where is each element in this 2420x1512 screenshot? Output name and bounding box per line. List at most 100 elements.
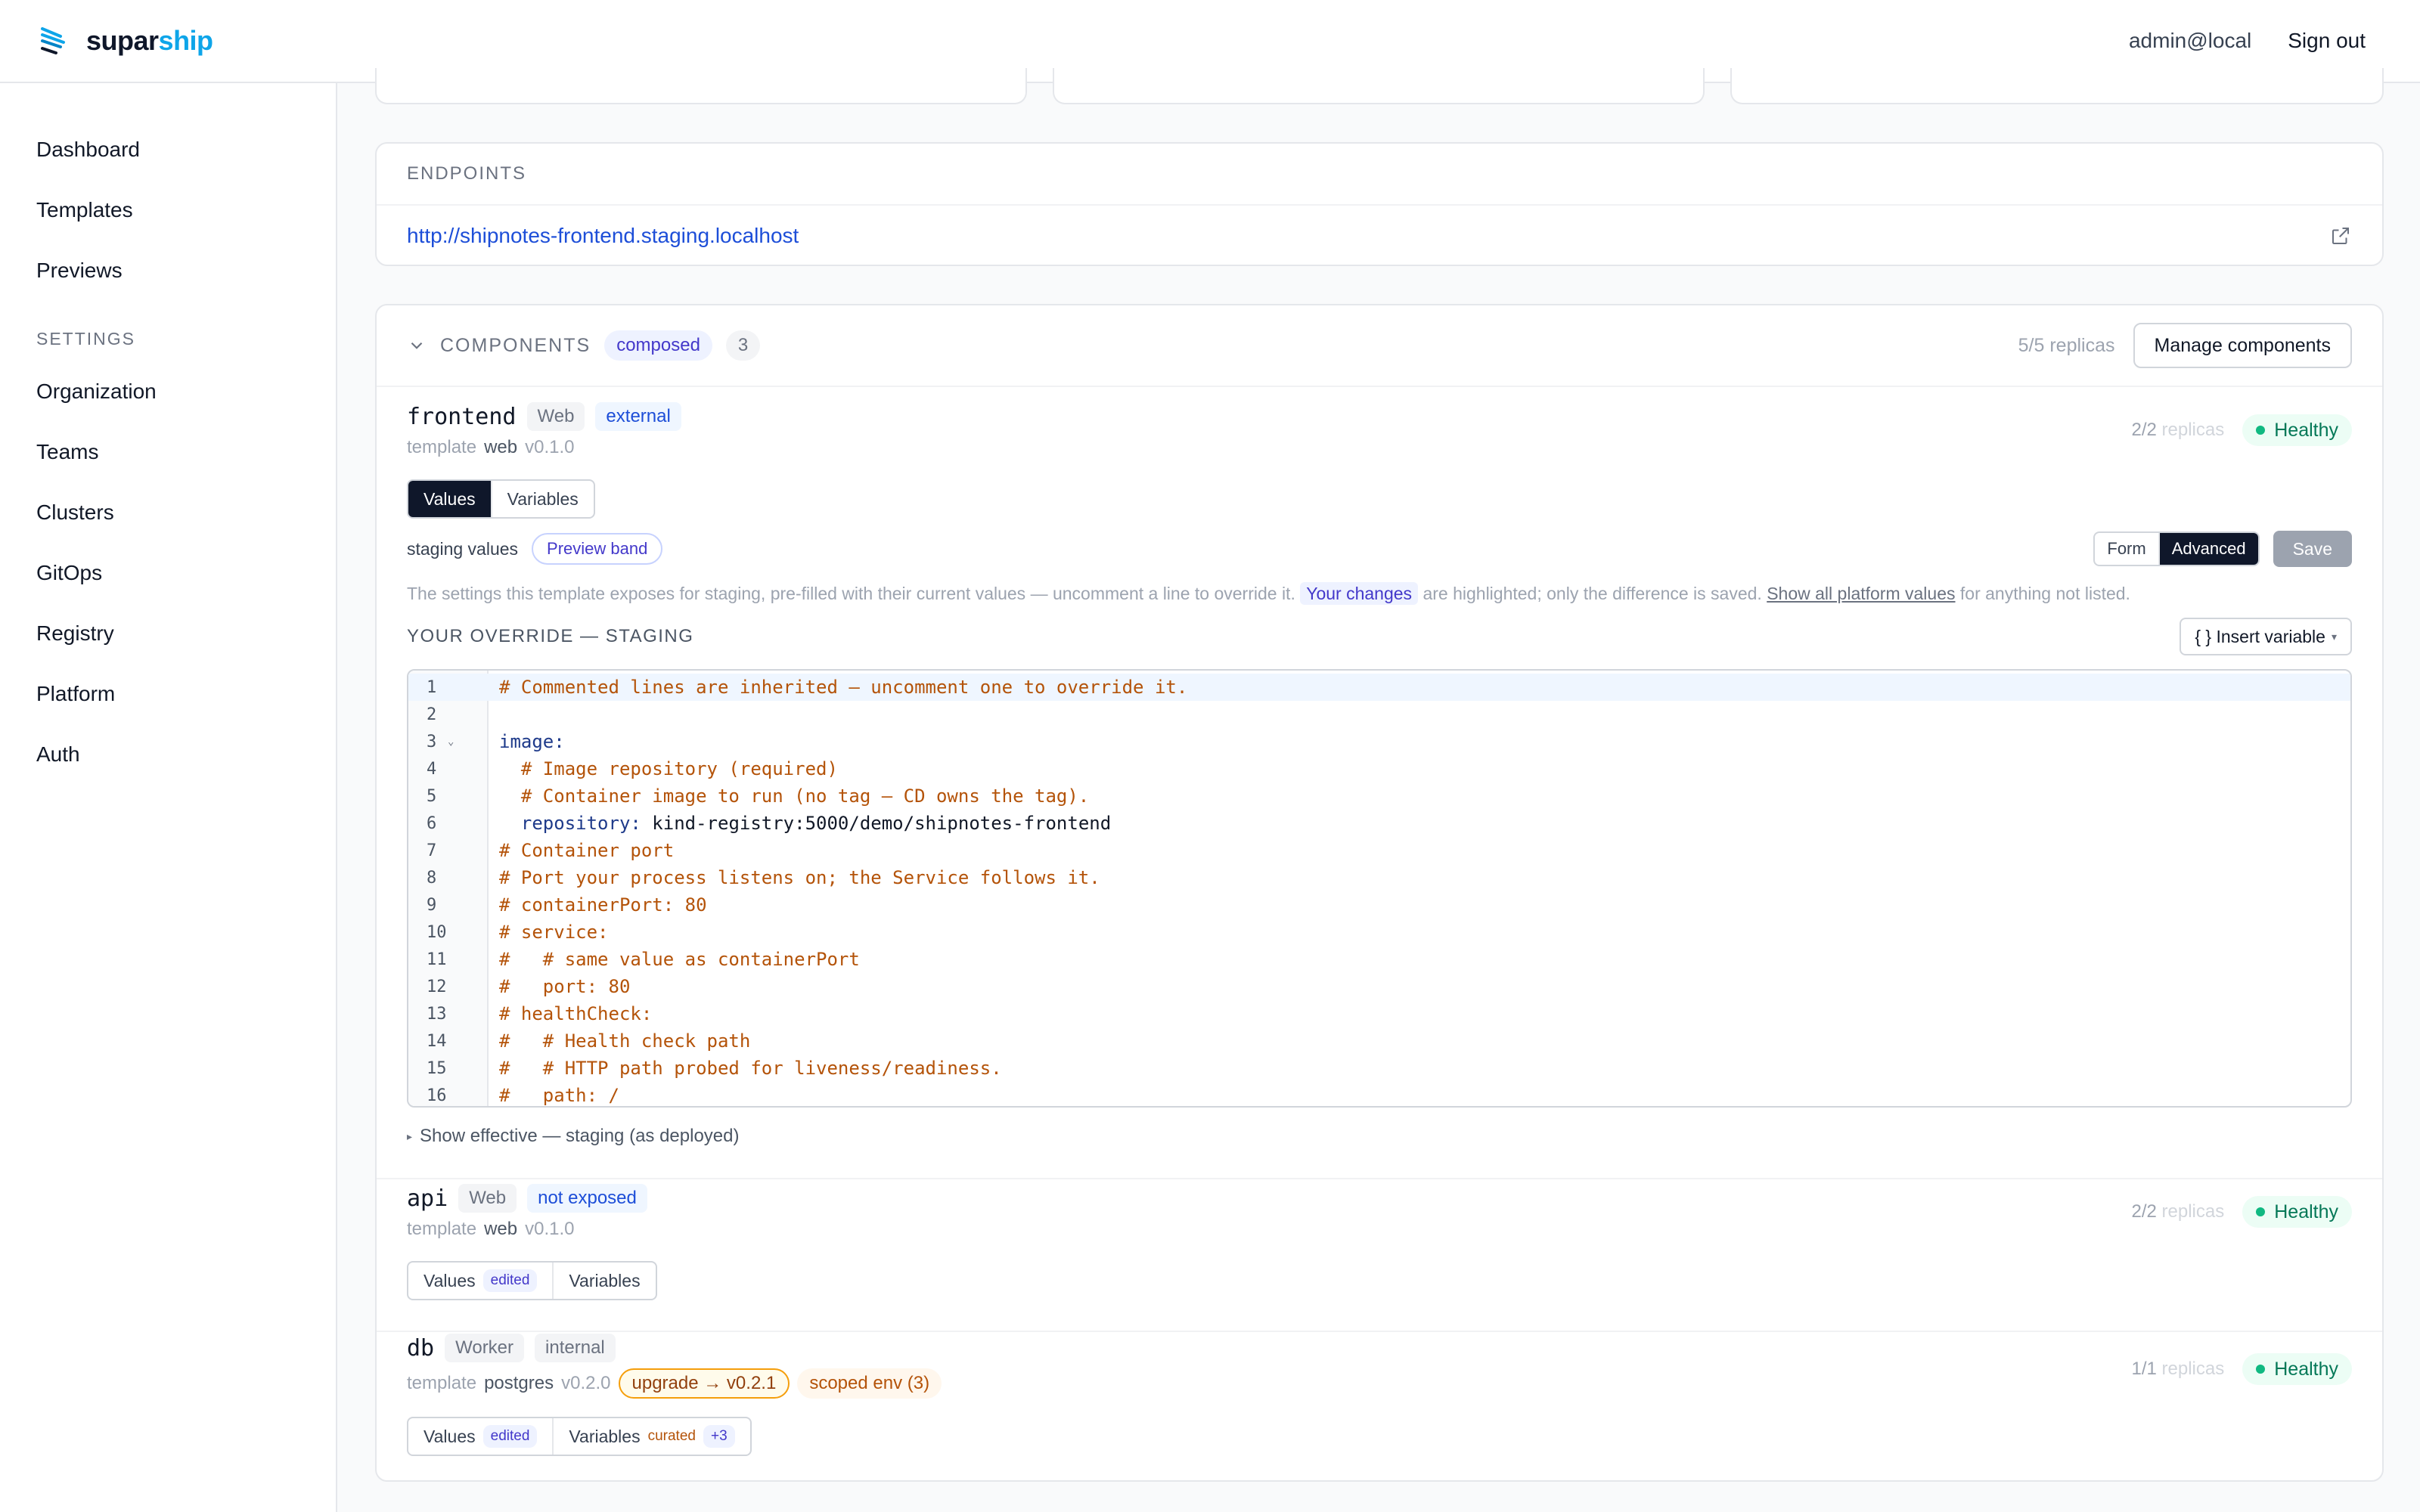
endpoints-card: ENDPOINTS http://shipnotes-frontend.stag…	[375, 142, 2384, 266]
code-line[interactable]: 7 # Container port	[408, 837, 2350, 864]
values-variables-tabs: Values edited Variables	[407, 1261, 657, 1300]
save-button[interactable]: Save	[2273, 531, 2352, 567]
code-text: # containerPort: 80	[499, 894, 707, 916]
tab-values[interactable]: Values	[408, 481, 491, 517]
sidebar-item-platform[interactable]: Platform	[0, 664, 336, 724]
values-variables-tabs: Values Variables	[407, 479, 595, 519]
component-replicas: 2/2 replicas	[2131, 420, 2225, 440]
sidebar-item-gitops[interactable]: GitOps	[0, 543, 336, 603]
code-line[interactable]: 11 # # same value as containerPort	[408, 946, 2350, 973]
code-text: # healthCheck:	[499, 1003, 653, 1024]
yaml-editor[interactable]: 1 # Commented lines are inherited — uncom…	[407, 669, 2352, 1108]
chevron-down-icon[interactable]	[407, 336, 427, 355]
tab-values[interactable]: Values edited	[408, 1418, 552, 1455]
code-text: # Image repository (required)	[499, 758, 838, 779]
tab-variables[interactable]: Variables curated +3	[552, 1418, 749, 1455]
code-text: # Commented lines are inherited — uncomm…	[499, 677, 1188, 698]
code-line[interactable]: 14 # # Health check path	[408, 1027, 2350, 1055]
divider	[377, 1178, 2382, 1179]
tab-variables[interactable]: Variables	[490, 481, 594, 517]
line-number: 10	[427, 922, 447, 942]
code-line[interactable]: 4 # Image repository (required)	[408, 755, 2350, 782]
component-db: db Worker internal template postgres v0.…	[377, 1334, 2382, 1456]
composed-badge: composed	[604, 330, 712, 361]
show-platform-values-link[interactable]: Show all platform values	[1767, 584, 1955, 603]
manage-components-button[interactable]: Manage components	[2133, 323, 2352, 368]
line-number: 14	[427, 1031, 447, 1051]
brand-name: suparship	[86, 25, 213, 56]
line-number: 4	[427, 759, 437, 779]
line-number: 15	[427, 1058, 447, 1078]
kind-badge: Web	[526, 402, 585, 431]
sidebar-item-teams[interactable]: Teams	[0, 422, 336, 482]
code-line[interactable]: 8 # Port your process listens on; the Ser…	[408, 864, 2350, 891]
code-line[interactable]: 13 # healthCheck:	[408, 1000, 2350, 1027]
code-text: # # HTTP path probed for liveness/readin…	[499, 1058, 1002, 1079]
endpoints-title: ENDPOINTS	[377, 144, 2382, 206]
tab-values[interactable]: Values edited	[408, 1263, 552, 1299]
sidebar-item-dashboard[interactable]: Dashboard	[0, 119, 336, 180]
edited-badge: edited	[482, 1269, 538, 1292]
line-number: 9	[427, 895, 437, 915]
sign-out-link[interactable]: Sign out	[2288, 29, 2366, 53]
preview-band-badge[interactable]: Preview band	[532, 533, 663, 565]
status-badge: Healthy	[2242, 414, 2352, 446]
total-replicas: 5/5 replicas	[2018, 334, 2115, 356]
tab-variables[interactable]: Variables	[552, 1263, 655, 1299]
code-text: # path: /	[499, 1085, 619, 1106]
sidebar-item-registry[interactable]: Registry	[0, 603, 336, 664]
sidebar-section-settings: SETTINGS	[36, 328, 136, 349]
logo-icon	[41, 27, 65, 54]
sidebar-item-previews[interactable]: Previews	[0, 240, 336, 301]
summary-cards-edge	[375, 68, 2384, 104]
template-info: template postgres v0.2.0 upgrade → v0.2.…	[407, 1368, 2352, 1399]
line-number: 8	[427, 868, 437, 888]
component-name: db	[407, 1334, 435, 1362]
code-line[interactable]: 10 # service:	[408, 919, 2350, 946]
mode-advanced[interactable]: Advanced	[2158, 533, 2258, 565]
summary-card	[1053, 68, 1705, 104]
components-card: COMPONENTS composed 3 5/5 replicas Manag…	[375, 304, 2384, 1482]
curated-badge: curated	[647, 1428, 696, 1444]
edited-badge: edited	[482, 1425, 538, 1448]
code-line[interactable]: 1 # Commented lines are inherited — uncom…	[408, 674, 2350, 701]
endpoint-link[interactable]: http://shipnotes-frontend.staging.localh…	[407, 224, 799, 248]
component-frontend: frontend Web external template web v0.1.…	[377, 402, 2382, 1147]
brand[interactable]: suparship	[38, 24, 213, 57]
insert-variable-button[interactable]: { } Insert variable ▾	[2180, 618, 2352, 655]
status-badge: Healthy	[2242, 1353, 2352, 1385]
component-name: api	[407, 1185, 448, 1212]
external-link-icon[interactable]	[2329, 225, 2352, 247]
code-line[interactable]: 9 # containerPort: 80	[408, 891, 2350, 919]
code-line[interactable]: 12 # port: 80	[408, 973, 2350, 1000]
summary-card	[375, 68, 1027, 104]
sidebar-item-templates[interactable]: Templates	[0, 180, 336, 240]
sidebar-item-auth[interactable]: Auth	[0, 724, 336, 785]
mode-form[interactable]: Form	[2095, 533, 2158, 565]
code-line[interactable]: 5 # Container image to run (no tag — CD …	[408, 782, 2350, 810]
code-text: # Container image to run (no tag — CD ow…	[499, 785, 1090, 807]
code-line[interactable]: 16 # path: /	[408, 1082, 2350, 1106]
sidebar-item-clusters[interactable]: Clusters	[0, 482, 336, 543]
code-text: image:	[499, 731, 565, 752]
code-text: # Port your process listens on; the Serv…	[499, 867, 1100, 888]
line-number: 16	[427, 1086, 447, 1105]
sidebar-item-organization[interactable]: Organization	[0, 361, 336, 422]
changes-highlight: Your changes	[1300, 582, 1419, 605]
fold-chevron-icon[interactable]: ⌄	[448, 736, 454, 748]
show-effective-toggle[interactable]: ▸ Show effective — staging (as deployed)	[407, 1126, 2352, 1147]
code-line[interactable]: 2	[408, 701, 2350, 728]
status-badge: Healthy	[2242, 1196, 2352, 1228]
kind-badge: Worker	[445, 1334, 525, 1362]
code-line[interactable]: 15 # # HTTP path probed for liveness/read…	[408, 1055, 2350, 1082]
divider	[377, 1331, 2382, 1332]
code-text: # # Health check path	[499, 1030, 751, 1052]
code-line[interactable]: 6 repository: kind-registry:5000/demo/sh…	[408, 810, 2350, 837]
code-line[interactable]: 3 ⌄ image:	[408, 728, 2350, 755]
editor-mode-toggle: Form Advanced	[2093, 531, 2260, 566]
component-api: api Web not exposed template web v0.1.0 …	[377, 1184, 2382, 1300]
upgrade-badge[interactable]: upgrade → v0.2.1	[618, 1368, 790, 1399]
line-number: 1	[427, 677, 437, 697]
line-number: 2	[427, 705, 437, 724]
components-title: COMPONENTS	[440, 334, 591, 356]
